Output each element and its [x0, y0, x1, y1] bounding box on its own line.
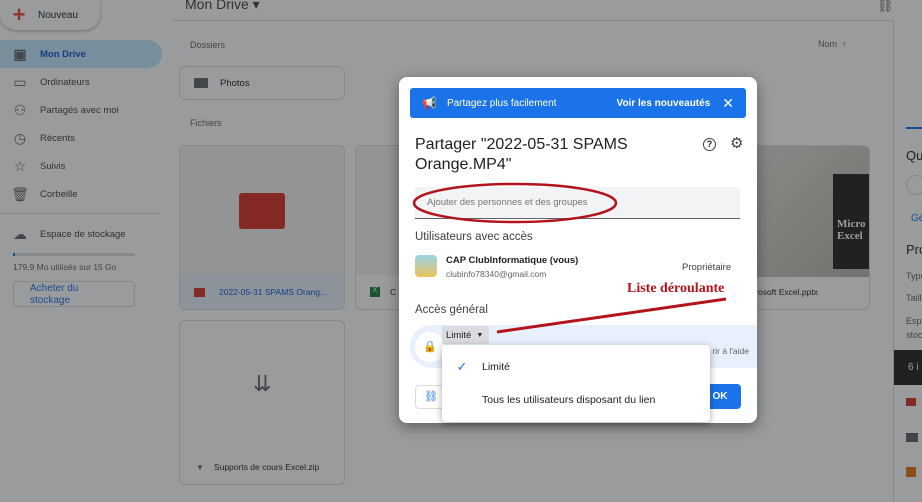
annotation-arrow-line: [496, 297, 727, 334]
annotation-layer: [412, 182, 727, 334]
annotation-ellipse: [412, 182, 618, 224]
annotation-label: Liste déroulante: [627, 281, 725, 296]
